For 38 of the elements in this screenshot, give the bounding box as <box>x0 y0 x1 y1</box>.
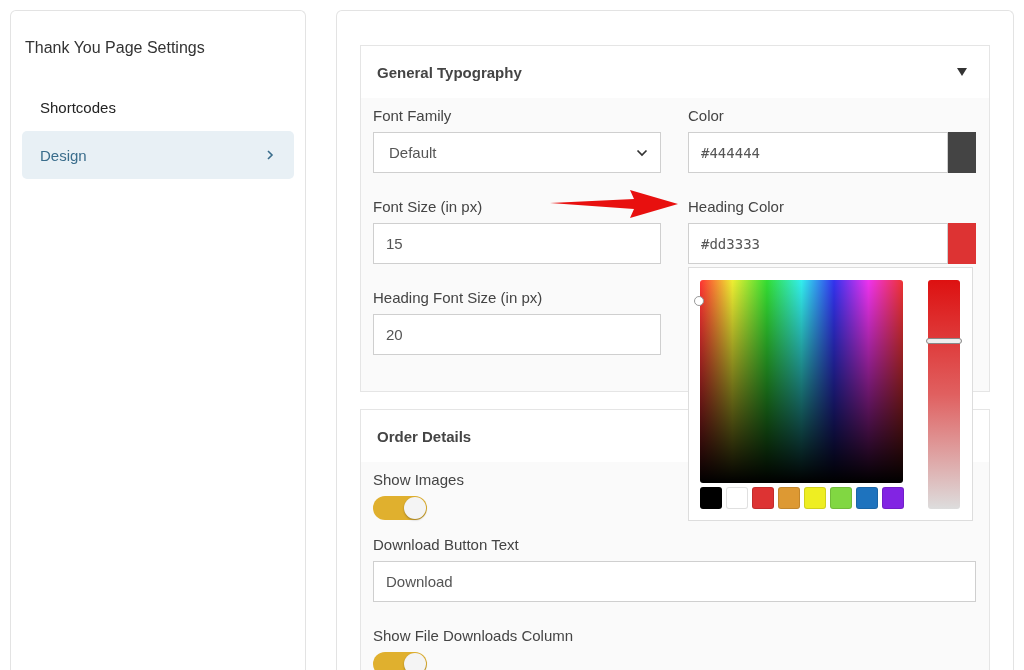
section-title: General Typography <box>377 63 522 81</box>
field-label: Heading Font Size (in px) <box>373 288 543 308</box>
field-label: Show File Downloads Column <box>373 626 574 646</box>
field-label: Color <box>688 106 724 126</box>
input-field[interactable]: 15 <box>373 223 661 264</box>
palette-swatch[interactable] <box>804 487 826 509</box>
color-input-field[interactable]: #dd3333 <box>688 223 948 264</box>
color-input-field[interactable]: #444444 <box>688 132 948 173</box>
saturation-slider[interactable] <box>928 280 960 509</box>
palette-swatch[interactable] <box>778 487 800 509</box>
palette-swatch[interactable] <box>830 487 852 509</box>
field-label: Font Size (in px) <box>373 197 483 217</box>
triangle-icon[interactable] <box>957 68 967 76</box>
input-field[interactable]: Download <box>373 561 976 602</box>
field-label: Heading Color <box>688 197 784 217</box>
palette-swatch[interactable] <box>726 487 748 509</box>
sidebar-title: Thank You Page Settings <box>24 39 206 57</box>
font-family-dropdown[interactable]: Default <box>373 132 661 173</box>
field-label: Show Images <box>373 470 464 490</box>
sidebar-item[interactable]: Shortcodes <box>22 83 294 131</box>
palette-swatch[interactable] <box>882 487 904 509</box>
field-label: Download Button Text <box>373 535 519 555</box>
palette-swatch[interactable] <box>856 487 878 509</box>
picker-cursor-icon[interactable] <box>694 296 704 306</box>
chevron-right-icon <box>266 149 274 161</box>
palette-swatch[interactable] <box>752 487 774 509</box>
slider-handle[interactable] <box>926 337 962 344</box>
palette-swatch[interactable] <box>700 487 722 509</box>
color-swatch-button[interactable] <box>948 132 976 173</box>
toggle-switch[interactable] <box>373 496 427 520</box>
color-swatch-button[interactable] <box>948 223 976 264</box>
input-field[interactable]: 20 <box>373 314 661 355</box>
section-header[interactable]: General Typography <box>361 46 989 98</box>
field-label: Font Family <box>373 106 452 126</box>
section-title: Order Details <box>377 427 472 445</box>
toggle-switch[interactable] <box>373 652 427 670</box>
chevron-down-icon <box>636 148 648 157</box>
sidebar-item[interactable]: Design <box>22 131 294 179</box>
